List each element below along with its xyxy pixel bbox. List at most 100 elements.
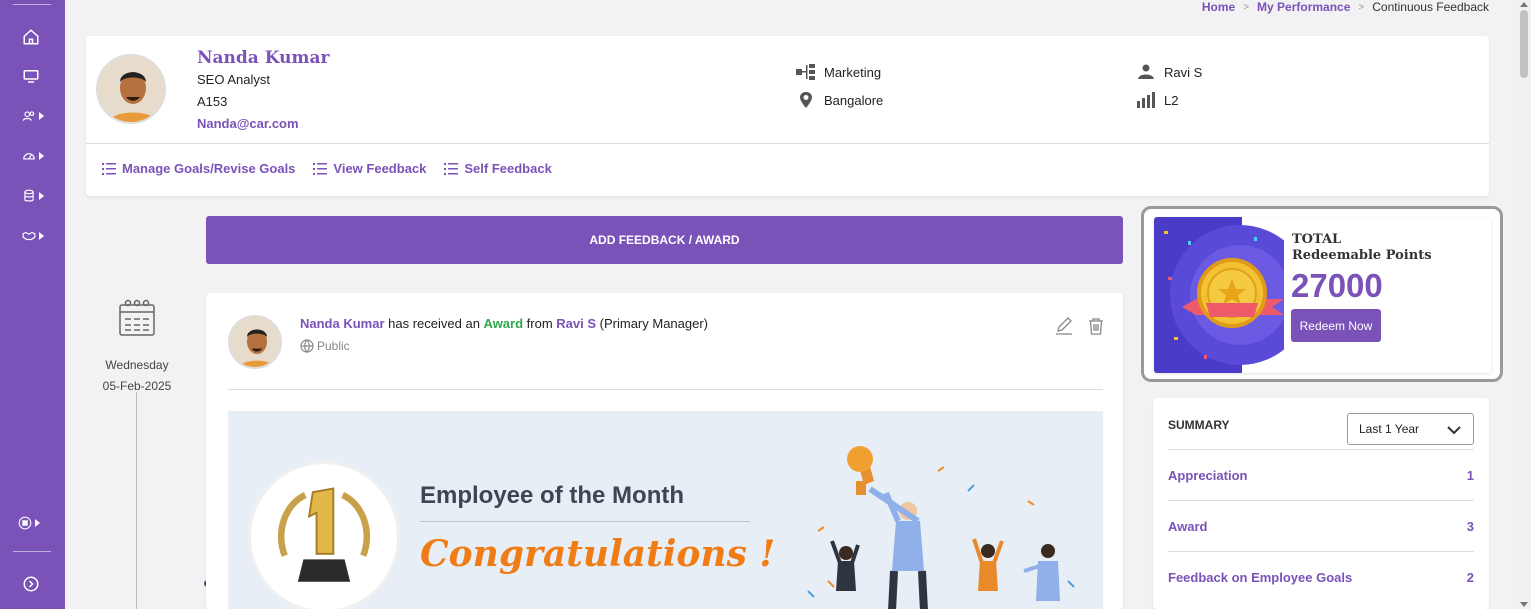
chevron-down-icon [1447,426,1461,435]
medal-icon [1154,217,1284,373]
profile-department: Marketing [796,64,881,80]
expand-icon [23,576,39,592]
sidebar-divider [13,551,51,552]
users-icon [22,111,35,121]
database-icon [24,189,34,202]
profile-manager: Ravi S [1136,64,1202,80]
sidebar-item-users[interactable] [22,106,44,126]
profile-employee-id: A153 [197,94,228,109]
monitor-icon [23,70,39,83]
visibility-label: Public [317,339,350,353]
points-panel: TOTAL Redeemable Points 27000 Redeem Now [1154,217,1491,373]
period-select[interactable]: Last 1 Year [1347,413,1474,445]
award-banner: Employee of the Month Congratulations ! [228,411,1103,609]
profile-links: Manage Goals/Revise Goals View Feedback … [102,161,552,176]
banner-divider [420,521,750,522]
person-icon [1138,64,1154,79]
profile-role: SEO Analyst [197,72,270,87]
self-feedback-label: Self Feedback [464,161,552,176]
calendar-icon [119,299,155,336]
recipient-name[interactable]: Nanda Kumar [300,316,385,331]
timeline-line [136,392,137,609]
sidebar-item-home[interactable] [22,27,44,47]
banner-title: Employee of the Month [420,482,684,509]
celebration-illustration [807,446,1075,609]
summary-count: 2 [1466,569,1474,585]
visibility-indicator: Public [300,339,350,353]
summary-label: Feedback on Employee Goals [1168,569,1353,585]
view-feedback-link[interactable]: View Feedback [313,161,426,176]
profile-location: Bangalore [796,92,883,108]
sidebar [0,0,65,609]
redeem-now-button[interactable]: Redeem Now [1291,309,1381,342]
breadcrumb-my-performance[interactable]: My Performance [1257,0,1350,14]
profile-level: L2 [1136,92,1178,108]
sidebar-divider [13,4,51,5]
period-value: Last 1 Year [1359,422,1420,436]
breadcrumb: Home > My Performance > Continuous Feedb… [1202,0,1489,14]
summary-row-appreciation[interactable]: Appreciation 1 [1168,449,1474,500]
points-label-total: TOTAL [1292,232,1342,247]
view-feedback-label: View Feedback [333,161,427,176]
manage-goals-link[interactable]: Manage Goals/Revise Goals [102,161,295,176]
profile-card: Nanda Kumar SEO Analyst A153 Nanda@car.c… [86,36,1489,196]
summary-row-feedback-goals[interactable]: Feedback on Employee Goals 2 [1168,551,1474,602]
sidebar-apps-button[interactable] [18,513,40,533]
trophy-image [248,461,400,609]
edit-icon[interactable] [1055,317,1073,335]
org-chart-icon [796,64,815,80]
apps-icon [18,516,32,530]
feedback-actions [1055,317,1105,335]
banner-message: Congratulations ! [420,533,776,575]
profile-name: Nanda Kumar [197,48,330,68]
sidebar-item-monitor[interactable] [22,66,44,86]
location-pin-icon [800,92,812,108]
home-icon [23,29,39,45]
list-icon [313,162,328,175]
summary-count: 1 [1466,467,1474,483]
avatar [96,54,166,124]
sidebar-item-dashboard[interactable] [22,146,44,166]
avatar [228,315,282,369]
feedback-text: has received an [384,316,484,331]
summary-row-award[interactable]: Award 3 [1168,500,1474,551]
scroll-up-arrow[interactable] [1520,2,1528,7]
department-label: Marketing [824,64,882,80]
feedback-card: Nanda Kumar has received an Award from R… [206,293,1123,609]
profile-divider [86,143,1489,144]
list-icon [102,162,116,175]
timeline-date-value: 05-Feb-2025 [102,379,172,393]
breadcrumb-home[interactable]: Home [1202,0,1235,14]
summary-count: 3 [1466,518,1474,534]
self-feedback-link[interactable]: Self Feedback [444,161,552,176]
summary-title: SUMMARY [1168,418,1230,432]
scrollbar[interactable] [1517,0,1531,609]
scroll-down-arrow[interactable] [1520,602,1528,607]
add-feedback-award-button[interactable]: ADD FEEDBACK / AWARD [206,216,1123,264]
level-label: L2 [1164,92,1179,108]
feedback-divider [228,389,1103,390]
sidebar-item-handshake[interactable] [22,226,44,246]
manage-goals-label: Manage Goals/Revise Goals [122,161,296,176]
profile-email[interactable]: Nanda@car.com [197,116,299,131]
handshake-icon [22,231,36,241]
sidebar-item-database[interactable] [22,186,44,206]
breadcrumb-separator: > [1243,1,1250,13]
level-bars-icon [1137,92,1155,108]
feedback-headline: Nanda Kumar has received an Award from R… [300,316,708,331]
breadcrumb-current: Continuous Feedback [1372,0,1489,14]
summary-card: SUMMARY Last 1 Year Appreciation 1 Award… [1153,398,1489,609]
breadcrumb-separator: > [1358,1,1365,13]
globe-icon [300,339,314,353]
scrollbar-thumb[interactable] [1520,10,1528,78]
giver-role: (Primary Manager) [596,316,708,331]
list-icon [444,162,459,175]
feedback-type: Award [483,316,524,331]
sidebar-expand-button[interactable] [22,574,44,594]
timeline-date: Wednesday 05-Feb-2025 [92,298,182,397]
timeline-weekday: Wednesday [105,358,169,372]
giver-name[interactable]: Ravi S [556,316,596,331]
feedback-text: from [523,316,557,331]
redeemable-points-card: TOTAL Redeemable Points 27000 Redeem Now [1141,206,1503,382]
trash-icon[interactable] [1087,317,1105,335]
